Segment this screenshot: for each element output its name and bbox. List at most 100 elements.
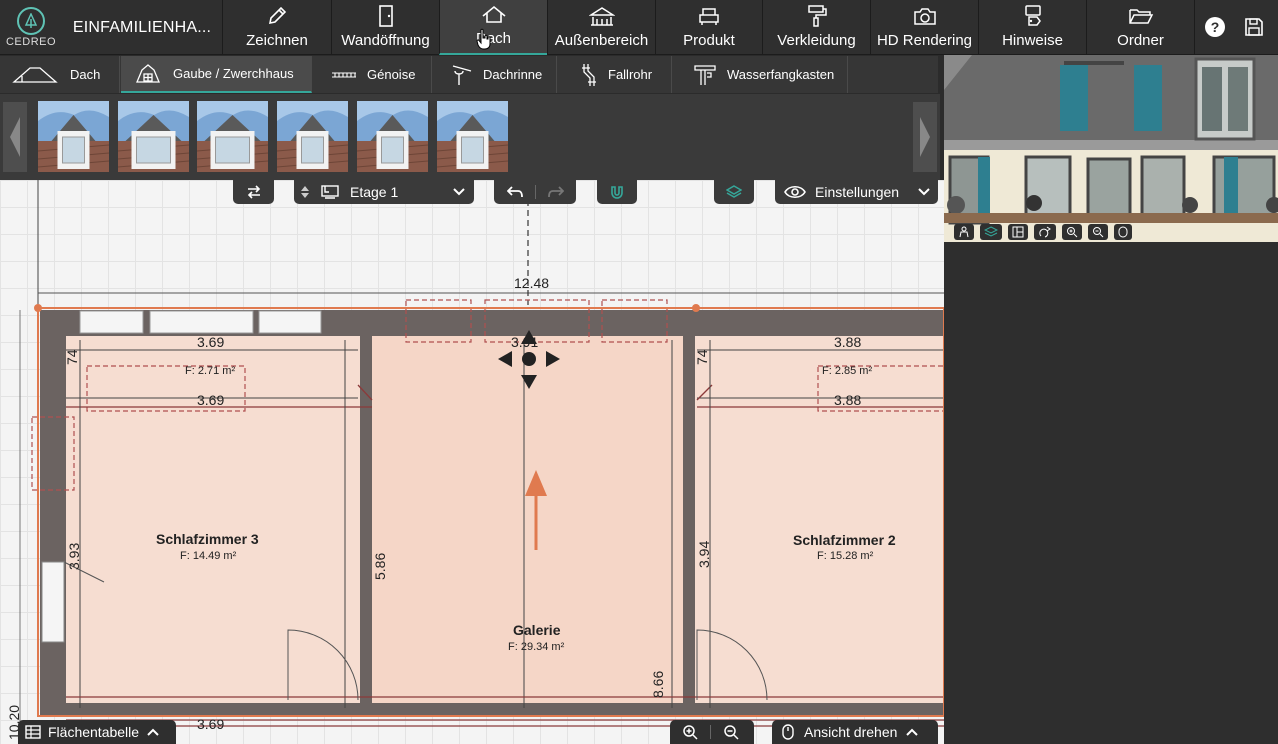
rainwater-head-icon [693, 63, 717, 87]
person-icon [959, 226, 969, 238]
chevron-up-icon [897, 728, 927, 736]
subtool-label: Gaube / Zwerchhaus [173, 66, 294, 81]
mouse-cursor-icon [476, 28, 491, 50]
chevron-up-icon [139, 728, 167, 736]
subtool-gaube[interactable]: Gaube / Zwerchhaus [121, 56, 312, 93]
help-button[interactable]: ? [1202, 14, 1228, 40]
subtool-dach[interactable]: Dach [0, 56, 120, 93]
layers-icon [984, 226, 998, 237]
subtool-dachrinne[interactable]: Dachrinne [433, 56, 557, 93]
main-toolbar: CEDREO EINFAMILIENHA... Zeichnen Wandöff… [0, 0, 1278, 55]
catalog-prev-button[interactable] [3, 102, 27, 172]
downpipe-icon [578, 62, 598, 88]
cedreo-logo[interactable]: CEDREO [0, 0, 62, 55]
settings-dropdown[interactable]: Einstellungen [775, 180, 938, 204]
roof-subtoolbar: Dach Gaube / Zwerchhaus Génoise Dachrinn… [0, 56, 938, 93]
walk-mode-button[interactable] [954, 224, 974, 240]
subtool-genoise[interactable]: Génoise [313, 56, 432, 93]
dim-overall-width: 12.48 [514, 275, 550, 291]
chevron-left-icon [10, 117, 20, 157]
room-name-schlafzimmer-3[interactable]: Schlafzimmer 3 [156, 531, 259, 547]
dormer-area-right: F: 2.85 m² [822, 365, 873, 377]
dim-right-wall: 8.66 [650, 670, 666, 698]
layers-icon [714, 180, 754, 204]
tool-label: Außenbereich [554, 32, 649, 49]
tool-produkt[interactable]: Produkt [655, 0, 762, 55]
dormer-thumbnail-3[interactable] [197, 101, 268, 172]
gutter-icon [451, 63, 473, 87]
dim-right-inner: 3.88 [834, 392, 862, 408]
dormer-thumbnail-2[interactable] [118, 101, 189, 172]
genoise-icon [331, 70, 357, 80]
eye-icon [775, 180, 815, 204]
magnet-button[interactable] [597, 180, 637, 204]
project-title[interactable]: EINFAMILIENHA... [62, 0, 222, 55]
preview-rotate-button[interactable] [1034, 224, 1056, 240]
rotate-view-label: Ansicht drehen [804, 724, 898, 740]
preview-mouse-button[interactable] [1114, 224, 1132, 240]
3d-preview[interactable] [944, 55, 1278, 242]
zoom-out-icon [1093, 227, 1104, 238]
tool-aussenbereich[interactable]: Außenbereich [547, 0, 655, 55]
dim-left-height: 3.93 [66, 542, 82, 570]
tool-ordner[interactable]: Ordner [1086, 0, 1194, 55]
pencil-icon [266, 3, 288, 29]
redo-icon [548, 186, 564, 198]
subtool-fallrohr[interactable]: Fallrohr [558, 56, 672, 93]
dim-right-height: 3.94 [696, 540, 712, 568]
dormer-thumbnail-5[interactable] [357, 101, 428, 172]
tool-label: Ordner [1117, 32, 1164, 49]
preview-zoom-in-button[interactable] [1062, 224, 1082, 240]
floorplan-icon [1012, 226, 1024, 238]
swap-icon [233, 180, 274, 204]
floor-selector[interactable]: Etage 1 [294, 180, 474, 204]
galerie-fill [360, 310, 685, 715]
zoom-out-button[interactable] [711, 724, 751, 740]
tool-verkleidung[interactable]: Verkleidung [762, 0, 870, 55]
dim-right-top: 3.88 [834, 334, 862, 350]
layers-button[interactable] [714, 180, 754, 204]
dormer-thumbnail-6[interactable] [437, 101, 508, 172]
room-name-schlafzimmer-2[interactable]: Schlafzimmer 2 [793, 532, 896, 548]
mouse-icon [772, 724, 804, 740]
undo-button[interactable] [494, 180, 535, 204]
subtool-label: Génoise [367, 67, 416, 82]
tool-hinweise[interactable]: Hinweise [978, 0, 1086, 55]
terrace-icon [588, 3, 615, 29]
tool-label: HD Rendering [876, 32, 973, 49]
subtool-label: Dach [70, 67, 101, 82]
tool-dach[interactable]: Dach [439, 0, 547, 55]
redo-button[interactable] [536, 180, 576, 204]
save-button[interactable] [1241, 14, 1267, 40]
logo-mark-icon [17, 7, 45, 35]
roof-icon [481, 1, 507, 27]
swap-view-button[interactable] [233, 180, 274, 204]
subtool-label: Fallrohr [608, 67, 653, 82]
room-area-schlafzimmer-2: F: 15.28 m² [817, 550, 874, 562]
mouse-icon [1118, 226, 1128, 238]
zoom-in-button[interactable] [670, 724, 710, 740]
settings-label: Einstellungen [815, 184, 900, 200]
rotate-view-toggle[interactable]: Ansicht drehen [772, 720, 938, 744]
room-name-galerie[interactable]: Galerie [513, 622, 560, 638]
preview-zoom-out-button[interactable] [1088, 224, 1108, 240]
floor-updown-icon [294, 180, 316, 204]
zoom-out-icon [724, 725, 739, 740]
tool-label: Hinweise [1002, 32, 1063, 49]
dormer-thumbnail-1[interactable] [38, 101, 109, 172]
catalog-next-button[interactable] [913, 102, 937, 172]
preview-layers-button[interactable] [980, 224, 1002, 240]
chevron-right-icon [920, 117, 930, 157]
dormer-thumbnail-4[interactable] [277, 101, 348, 172]
tool-zeichnen[interactable]: Zeichnen [222, 0, 331, 55]
dormer-icon [133, 62, 163, 86]
tool-hd-rendering[interactable]: HD Rendering [870, 0, 978, 55]
door-icon [375, 3, 397, 29]
area-table-toggle[interactable]: Flächentabelle [18, 720, 176, 744]
tool-wandoeffnung[interactable]: Wandöffnung [331, 0, 439, 55]
dim-left-inner: 3.69 [197, 392, 225, 408]
preview-plan-button[interactable] [1008, 224, 1028, 240]
floor-plan-canvas[interactable]: 12.48 3.69 3.69 3.69 3.91 3.88 3.88 F: 2… [0, 180, 944, 744]
dim-left-bottom: 3.69 [197, 716, 225, 732]
subtool-wasserfangkasten[interactable]: Wasserfangkasten [673, 56, 848, 93]
